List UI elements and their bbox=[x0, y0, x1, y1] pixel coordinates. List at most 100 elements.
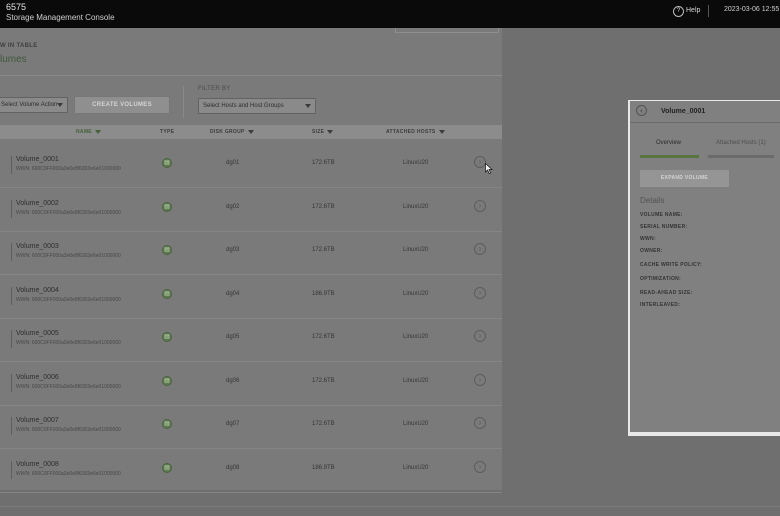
help-link[interactable]: ? Help bbox=[673, 6, 700, 17]
volume-wwn: WWN: 600C0FF000a3e0e8f6303e6e01000000 bbox=[16, 340, 121, 346]
volume-name: Volume_0002 bbox=[16, 200, 59, 207]
bottom-line bbox=[0, 506, 780, 507]
volume-type-icon: ▤ bbox=[162, 332, 172, 342]
chevron-right-icon[interactable]: › bbox=[474, 374, 486, 386]
table-row[interactable]: Volume_0004 WWN: 600C0FF000a3e0e8f6303e6… bbox=[0, 275, 502, 319]
top-box bbox=[395, 28, 499, 33]
volume-wwn: WWN: 600C0FF000a3e0e8f6303e6e01000000 bbox=[16, 166, 121, 172]
detail-cache-write-policy: CACHE WRITE POLICY: bbox=[640, 262, 703, 268]
volume-name: Volume_0004 bbox=[16, 287, 59, 294]
table-row[interactable]: Volume_0002 WWN: 600C0FF000a3e0e8f6303e6… bbox=[0, 188, 502, 232]
tab-overview[interactable]: Overview bbox=[656, 140, 681, 146]
chevron-down-icon bbox=[305, 104, 311, 108]
tab-attached-hosts[interactable]: Attached Hosts (1) bbox=[716, 140, 766, 146]
header-divider bbox=[708, 5, 709, 17]
col-type[interactable]: TYPE bbox=[160, 129, 174, 135]
chevron-right-icon[interactable]: › bbox=[474, 330, 486, 342]
volume-size: 186.9TB bbox=[312, 291, 335, 297]
attached-host: LinuxU20 bbox=[403, 465, 429, 471]
table-row[interactable]: Volume_0007 WWN: 600C0FF000a3e0e8f6303e6… bbox=[0, 405, 502, 449]
table-row[interactable]: Volume_0006 WWN: 600C0FF000a3e0e8f6303e6… bbox=[0, 362, 502, 406]
attached-host: LinuxU20 bbox=[403, 160, 429, 166]
disk-group: dg05 bbox=[226, 334, 240, 340]
panel-divider bbox=[630, 122, 780, 123]
disk-group: dg03 bbox=[226, 247, 240, 253]
volume-wwn: WWN: 600C0FF000a3e0e8f6303e6e01000000 bbox=[16, 210, 121, 216]
volume-name: Volume_0007 bbox=[16, 417, 59, 424]
sort-icon bbox=[327, 129, 334, 134]
volume-size: 172.6TB bbox=[312, 247, 335, 253]
detail-interleaved: INTERLEAVED: bbox=[640, 302, 681, 308]
volume-wwn: WWN: 600C0FF000a3e0e8f6303e6e01000000 bbox=[16, 471, 121, 477]
chevron-right-icon[interactable]: › bbox=[474, 417, 486, 429]
volume-name: Volume_0005 bbox=[16, 330, 59, 337]
chevron-right-icon[interactable]: › bbox=[474, 287, 486, 299]
table-row[interactable]: Volume_0008 WWN: 600C0FF000a3e0e8f6303e6… bbox=[0, 449, 502, 493]
volumes-panel: W IN TABLE lumes Select Volume Action CR… bbox=[0, 28, 502, 493]
volume-type-icon: ▤ bbox=[162, 376, 172, 386]
attached-host: LinuxU20 bbox=[403, 247, 429, 253]
disk-group: dg06 bbox=[226, 378, 240, 384]
volume-size: 172.6TB bbox=[312, 334, 335, 340]
toolbar-divider bbox=[183, 86, 184, 118]
create-volumes-button[interactable]: CREATE VOLUMES bbox=[74, 96, 170, 114]
volume-name: Volume_0003 bbox=[16, 243, 59, 250]
filter-label: FILTER BY bbox=[198, 86, 231, 92]
filter-select[interactable]: Select Hosts and Host Groups bbox=[198, 98, 316, 114]
detail-read-ahead-size: READ-AHEAD SIZE: bbox=[640, 290, 693, 296]
detail-serial-number: SERIAL NUMBER: bbox=[640, 224, 688, 230]
table-header: NAME TYPE DISK GROUP SIZE ATTACHED HOSTS bbox=[0, 125, 502, 139]
page-title: lumes bbox=[0, 54, 27, 65]
disk-group: dg04 bbox=[226, 291, 240, 297]
detail-wwn: WWN: bbox=[640, 236, 656, 242]
volume-size: 172.6TB bbox=[312, 421, 335, 427]
volume-type-icon: ▤ bbox=[162, 289, 172, 299]
disk-group: dg01 bbox=[226, 160, 240, 166]
panel-title: Volume_0001 bbox=[661, 108, 706, 115]
divider bbox=[0, 75, 502, 76]
volume-type-icon: ▤ bbox=[162, 463, 172, 473]
col-disk-group[interactable]: DISK GROUP bbox=[210, 129, 254, 135]
system-model: 6575 bbox=[6, 2, 27, 12]
sort-icon bbox=[438, 129, 445, 134]
app-title: Storage Management Console bbox=[6, 13, 115, 22]
detail-owner: OWNER: bbox=[640, 248, 663, 254]
disk-group: dg07 bbox=[226, 421, 240, 427]
volume-detail-panel: ‹ Volume_0001 Overview Attached Hosts (1… bbox=[628, 100, 780, 436]
table-row[interactable]: Volume_0005 WWN: 600C0FF000a3e0e8f6303e6… bbox=[0, 318, 502, 362]
col-attached-hosts[interactable]: ATTACHED HOSTS bbox=[386, 129, 445, 135]
volume-size: 172.6TB bbox=[312, 378, 335, 384]
col-size[interactable]: SIZE bbox=[312, 129, 334, 135]
volume-size: 186.9TB bbox=[312, 465, 335, 471]
col-name[interactable]: NAME bbox=[76, 129, 101, 135]
table-row[interactable]: Volume_0003 WWN: 600C0FF000a3e0e8f6303e6… bbox=[0, 231, 502, 275]
tab-overview-underline bbox=[640, 155, 699, 158]
volume-wwn: WWN: 600C0FF000a3e0e8f6303e6e01000000 bbox=[16, 297, 121, 303]
breadcrumb[interactable]: W IN TABLE bbox=[0, 43, 38, 49]
chevron-right-icon[interactable]: › bbox=[474, 461, 486, 473]
table-row[interactable]: Volume_0001 WWN: 600C0FF000a3e0e8f6303e6… bbox=[0, 144, 502, 188]
sort-icon bbox=[94, 129, 101, 134]
attached-host: LinuxU20 bbox=[403, 378, 429, 384]
chevron-right-icon[interactable]: › bbox=[474, 243, 486, 255]
volume-size: 172.6TB bbox=[312, 160, 335, 166]
detail-volume-name: VOLUME NAME: bbox=[640, 212, 683, 218]
volume-name: Volume_0008 bbox=[16, 461, 59, 468]
volume-type-icon: ▤ bbox=[162, 158, 172, 168]
mouse-cursor-icon bbox=[485, 163, 493, 174]
attached-host: LinuxU20 bbox=[403, 334, 429, 340]
chevron-right-icon[interactable]: › bbox=[474, 200, 486, 212]
disk-group: dg02 bbox=[226, 204, 240, 210]
volume-action-select[interactable]: Select Volume Action bbox=[0, 97, 68, 113]
sort-icon bbox=[247, 129, 254, 134]
volume-name: Volume_0006 bbox=[16, 374, 59, 381]
back-chevron-icon[interactable]: ‹ bbox=[636, 105, 647, 116]
volume-name: Volume_0001 bbox=[16, 156, 59, 163]
tab-hosts-underline bbox=[708, 155, 774, 158]
attached-host: LinuxU20 bbox=[403, 421, 429, 427]
volume-wwn: WWN: 600C0FF000a3e0e8f6303e6e01000000 bbox=[16, 253, 121, 259]
disk-group: dg08 bbox=[226, 465, 240, 471]
help-icon: ? bbox=[673, 6, 684, 17]
detail-optimization: OPTIMIZATION: bbox=[640, 276, 682, 282]
expand-volume-button[interactable]: EXPAND VOLUME bbox=[640, 170, 729, 187]
